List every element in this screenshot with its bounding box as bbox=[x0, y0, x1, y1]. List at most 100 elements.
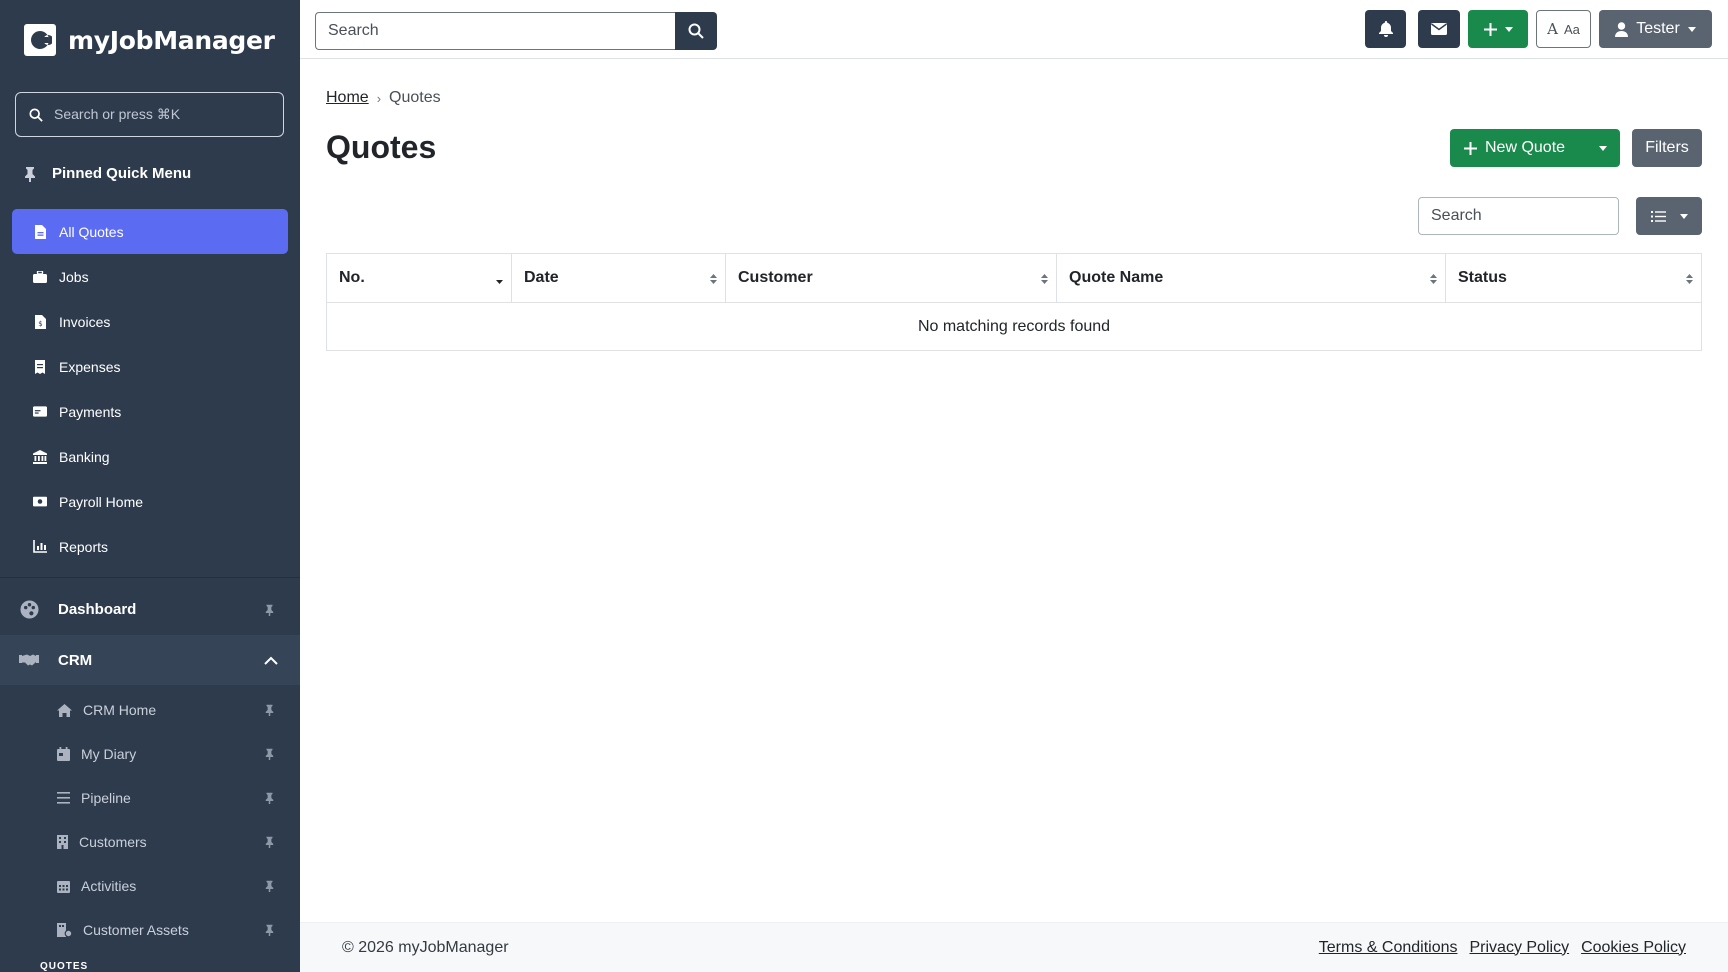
sidebar-item-label: Customers bbox=[79, 834, 147, 850]
chart-icon bbox=[33, 540, 47, 553]
topbar: Search A Aa Tester bbox=[300, 0, 1728, 59]
column-header-quote-name[interactable]: Quote Name bbox=[1056, 253, 1446, 303]
footer-copyright: © 2026 myJobManager bbox=[342, 938, 509, 956]
new-quote-button-group: New Quote bbox=[1450, 129, 1620, 167]
sidebar: myJobManager Search or press ⌘K Pinned Q… bbox=[0, 0, 300, 972]
sidebar-item-reports[interactable]: Reports bbox=[12, 524, 288, 569]
new-quote-button[interactable]: New Quote bbox=[1450, 139, 1585, 157]
sort-icon bbox=[1686, 272, 1693, 290]
sidebar-item-label: Activities bbox=[81, 878, 137, 894]
chevron-up-icon[interactable] bbox=[264, 652, 278, 669]
global-search-button[interactable] bbox=[675, 12, 717, 50]
sidebar-item-pipeline[interactable]: Pipeline bbox=[0, 776, 300, 820]
pin-icon[interactable] bbox=[265, 747, 274, 763]
terms-link[interactable]: Terms & Conditions bbox=[1319, 939, 1458, 957]
global-search-input[interactable]: Search bbox=[315, 12, 675, 50]
column-header-status[interactable]: Status bbox=[1445, 253, 1702, 303]
column-header-date[interactable]: Date bbox=[511, 253, 726, 303]
column-header-customer[interactable]: Customer bbox=[725, 253, 1057, 303]
sort-icon bbox=[1430, 272, 1437, 290]
sidebar-item-label: Banking bbox=[59, 448, 110, 465]
table-search-input[interactable]: Search bbox=[1418, 197, 1619, 235]
sidebar-item-payments[interactable]: Payments bbox=[12, 389, 288, 434]
column-label: No. bbox=[339, 269, 365, 286]
pinned-quick-menu-title: Pinned Quick Menu bbox=[52, 165, 192, 182]
page-title: Quotes bbox=[326, 129, 437, 165]
lines-icon bbox=[57, 792, 70, 804]
sidebar-item-my-diary[interactable]: My Diary bbox=[0, 732, 300, 776]
font-size-toggle[interactable]: A Aa bbox=[1536, 10, 1591, 48]
font-size-small-label: A bbox=[1547, 20, 1558, 38]
sidebar-section-dashboard[interactable]: Dashboard bbox=[0, 587, 300, 632]
filters-button[interactable]: Filters bbox=[1632, 129, 1702, 167]
pinned-quick-menu: All Quotes Jobs $ Invoices Expenses Paym… bbox=[12, 209, 288, 569]
pin-icon[interactable] bbox=[265, 923, 274, 939]
sidebar-item-label: Pipeline bbox=[81, 790, 131, 806]
sidebar-divider bbox=[0, 577, 300, 578]
building-icon bbox=[57, 835, 68, 849]
svg-text:$: $ bbox=[38, 320, 42, 328]
sidebar-quotes-heading: QUOTES bbox=[40, 961, 89, 972]
file-icon bbox=[33, 224, 47, 239]
sidebar-search-input[interactable]: Search or press ⌘K bbox=[15, 92, 284, 137]
privacy-policy-link[interactable]: Privacy Policy bbox=[1469, 939, 1569, 957]
sidebar-item-banking[interactable]: Banking bbox=[12, 434, 288, 479]
sidebar-item-label: CRM Home bbox=[83, 702, 157, 718]
empty-table-message: No matching records found bbox=[917, 317, 1111, 335]
sidebar-section-crm[interactable]: CRM bbox=[0, 635, 300, 685]
caret-down-icon bbox=[1687, 26, 1696, 32]
plus-icon bbox=[1483, 22, 1497, 36]
breadcrumb-home-link[interactable]: Home bbox=[326, 89, 369, 107]
sidebar-item-invoices[interactable]: $ Invoices bbox=[12, 299, 288, 344]
receipt-icon bbox=[33, 359, 47, 374]
plus-icon bbox=[1464, 141, 1477, 155]
new-quote-dropdown-toggle[interactable] bbox=[1585, 145, 1620, 151]
sidebar-item-label: Reports bbox=[59, 538, 109, 555]
sidebar-item-label: My Diary bbox=[81, 746, 137, 762]
column-header-no[interactable]: No. bbox=[326, 253, 512, 303]
handshake-icon bbox=[19, 654, 39, 666]
sidebar-search-placeholder: Search or press ⌘K bbox=[54, 106, 181, 122]
pin-icon[interactable] bbox=[265, 835, 274, 851]
column-view-toggle[interactable] bbox=[1636, 197, 1702, 235]
sidebar-item-expenses[interactable]: Expenses bbox=[12, 344, 288, 389]
sidebar-item-crm-home[interactable]: CRM Home bbox=[0, 688, 300, 732]
sidebar-item-customer-assets[interactable]: Customer Assets bbox=[0, 908, 300, 952]
notifications-button[interactable] bbox=[1365, 10, 1406, 48]
palette-icon bbox=[20, 600, 39, 619]
new-quote-label: New Quote bbox=[1485, 139, 1566, 156]
column-label: Quote Name bbox=[1069, 269, 1164, 286]
pin-icon[interactable] bbox=[265, 791, 274, 807]
font-size-large-label: Aa bbox=[1563, 21, 1580, 37]
cookies-policy-link[interactable]: Cookies Policy bbox=[1581, 939, 1686, 957]
brand[interactable]: myJobManager bbox=[24, 24, 275, 56]
sidebar-item-label: Invoices bbox=[59, 313, 111, 330]
pin-icon[interactable] bbox=[265, 703, 274, 719]
sort-icon bbox=[1041, 272, 1048, 290]
breadcrumb-current: Quotes bbox=[389, 89, 441, 106]
sidebar-item-customers[interactable]: Customers bbox=[0, 820, 300, 864]
sidebar-item-jobs[interactable]: Jobs bbox=[12, 254, 288, 299]
sidebar-item-payroll-home[interactable]: Payroll Home bbox=[12, 479, 288, 524]
calendar-icon bbox=[57, 747, 70, 761]
sidebar-item-label: Expenses bbox=[59, 358, 121, 375]
briefcase-icon bbox=[33, 270, 47, 283]
sidebar-item-activities[interactable]: Activities bbox=[0, 864, 300, 908]
bell-icon bbox=[1378, 21, 1393, 37]
user-menu-button[interactable]: Tester bbox=[1599, 10, 1712, 48]
sidebar-item-label: All Quotes bbox=[59, 223, 124, 240]
column-label: Status bbox=[1458, 269, 1507, 286]
messages-button[interactable] bbox=[1418, 10, 1460, 48]
user-icon bbox=[1615, 21, 1629, 37]
pin-icon[interactable] bbox=[265, 879, 274, 895]
brand-name: myJobManager bbox=[68, 25, 275, 55]
pin-icon bbox=[25, 166, 35, 182]
money-icon bbox=[33, 496, 47, 507]
table-header-row: No. Date Customer Quote Name Status bbox=[326, 253, 1702, 303]
quick-add-button[interactable] bbox=[1468, 10, 1528, 48]
column-label: Date bbox=[524, 269, 559, 286]
pin-icon[interactable] bbox=[265, 603, 274, 620]
sidebar-item-all-quotes[interactable]: All Quotes bbox=[12, 209, 288, 254]
assets-icon bbox=[57, 923, 72, 937]
pinned-quick-menu-header: Pinned Quick Menu bbox=[24, 165, 191, 182]
